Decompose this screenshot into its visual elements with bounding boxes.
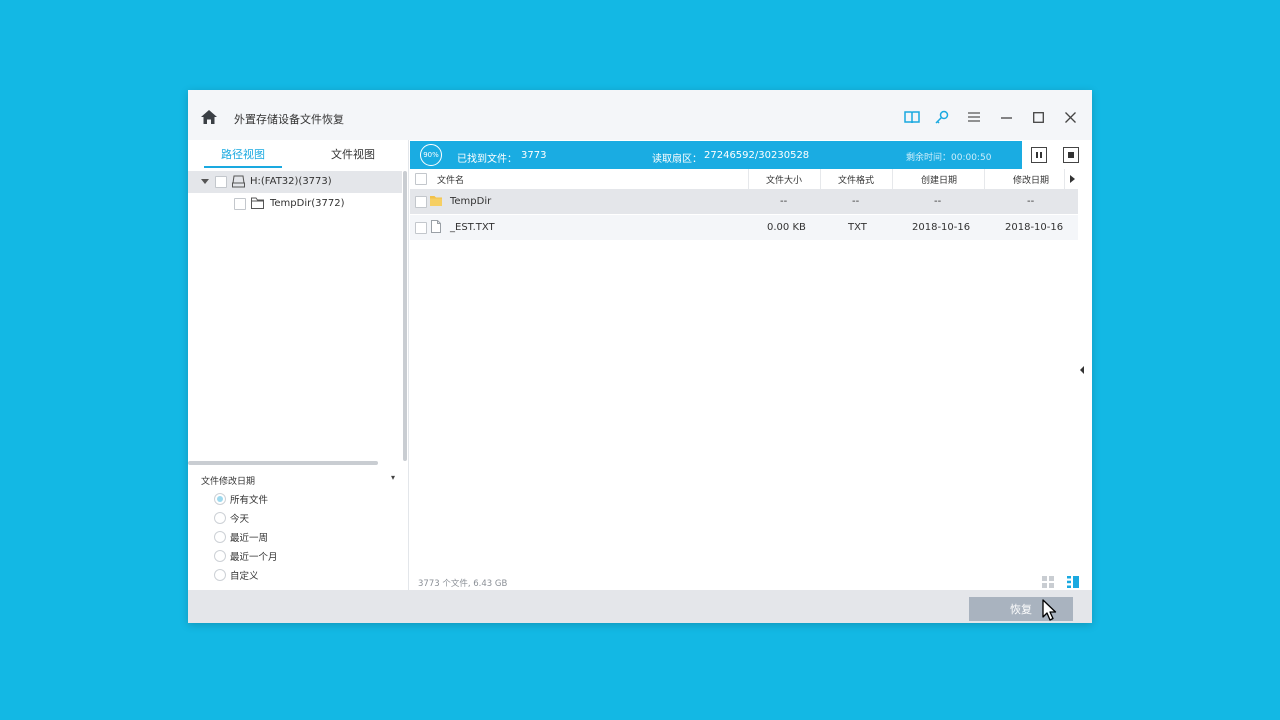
key-icon[interactable] <box>934 109 950 125</box>
found-files-label: 已找到文件： <box>457 154 517 165</box>
radio-button[interactable] <box>214 493 226 505</box>
close-icon[interactable] <box>1062 109 1078 125</box>
chevron-down-icon[interactable] <box>201 179 209 185</box>
pause-button[interactable] <box>1031 147 1047 163</box>
column-divider <box>748 169 749 189</box>
row-checkbox[interactable] <box>415 222 427 234</box>
title-bar: 外置存储设备文件恢复 <box>188 90 1092 140</box>
file-modified: -- <box>1027 196 1035 207</box>
file-modified: 2018-10-16 <box>1005 222 1064 233</box>
folder-outline-icon <box>251 197 264 209</box>
list-view-icon[interactable] <box>1067 576 1079 588</box>
home-icon[interactable] <box>201 110 217 124</box>
radio-button[interactable] <box>214 512 226 524</box>
sectors-value: 27246592/30230528 <box>704 150 810 161</box>
column-divider <box>984 169 985 189</box>
table-row[interactable]: TempDir -- -- -- -- <box>410 189 1078 214</box>
radio-button[interactable] <box>214 569 226 581</box>
column-divider <box>892 169 893 189</box>
app-title: 外置存储设备文件恢复 <box>234 113 344 126</box>
column-divider <box>820 169 821 189</box>
tree-item-drive[interactable]: H:(FAT32)(3773) <box>188 171 402 193</box>
col-format-header[interactable]: 文件格式 <box>838 173 874 186</box>
drive-icon <box>232 175 245 188</box>
collapse-panel-arrow-icon[interactable] <box>1080 366 1084 374</box>
file-created: 2018-10-16 <box>912 222 971 233</box>
table-row[interactable]: _EST.TXT 0.00 KB TXT 2018-10-16 2018-10-… <box>410 215 1078 240</box>
left-panel: 路径视图 文件视图 H:(FAT32)(3773) TempDir(3772) … <box>188 140 408 590</box>
pause-icon <box>1036 152 1042 158</box>
col-created-header[interactable]: 创建日期 <box>921 173 957 186</box>
tree-checkbox[interactable] <box>215 176 227 188</box>
folder-icon <box>430 196 442 206</box>
minimize-icon[interactable] <box>998 109 1014 125</box>
file-created: -- <box>934 196 942 207</box>
file-format: -- <box>852 196 860 207</box>
file-name: TempDir <box>450 196 492 207</box>
recovery-window: 外置存储设备文件恢复 路径视图 文件视图 H:(FAT32)(3773) Tem… <box>188 90 1092 623</box>
remaining-time: 剩余时间：00:00:50 <box>906 153 992 163</box>
grid-view-icon[interactable] <box>1042 576 1054 588</box>
chevron-down-icon[interactable]: ▾ <box>391 473 395 482</box>
file-name: _EST.TXT <box>450 222 495 233</box>
tab-underline <box>204 166 282 168</box>
stop-button[interactable] <box>1063 147 1079 163</box>
stop-icon <box>1068 152 1074 158</box>
progress-percent: 90% <box>420 144 442 166</box>
book-icon[interactable] <box>904 109 920 125</box>
menu-icon[interactable] <box>966 109 982 125</box>
radio-button[interactable] <box>214 550 226 562</box>
maximize-icon[interactable] <box>1030 109 1046 125</box>
row-checkbox[interactable] <box>415 196 427 208</box>
scan-progress-bar: 90% 已找到文件： 3773 读取扇区： 27246592/30230528 … <box>410 141 1022 169</box>
sectors-label: 读取扇区： <box>652 154 702 165</box>
tree-item-label: TempDir(3772) <box>270 198 345 209</box>
mouse-cursor-icon <box>1042 599 1057 621</box>
column-divider <box>1064 169 1065 189</box>
tree-item-label: H:(FAT32)(3773) <box>250 176 332 187</box>
tree-checkbox[interactable] <box>234 198 246 210</box>
panel-divider <box>408 140 409 590</box>
file-format: TXT <box>848 222 867 233</box>
scroll-right-icon[interactable] <box>1070 175 1075 183</box>
tab-path-view[interactable]: 路径视图 <box>188 140 298 168</box>
col-modified-header[interactable]: 修改日期 <box>1013 173 1049 186</box>
vertical-scrollbar[interactable] <box>403 171 407 461</box>
file-size: -- <box>780 196 788 207</box>
status-summary: 3773 个文件, 6.43 GB <box>418 579 508 589</box>
tab-file-view[interactable]: 文件视图 <box>298 140 408 168</box>
found-files-value: 3773 <box>521 150 547 161</box>
bottom-bar <box>188 590 1092 623</box>
col-size-header[interactable]: 文件大小 <box>766 173 802 186</box>
radio-button[interactable] <box>214 531 226 543</box>
col-name-header[interactable]: 文件名 <box>437 173 464 186</box>
file-icon <box>431 220 441 233</box>
filter-title: 文件修改日期 <box>201 477 256 487</box>
tree-item-tempdir[interactable]: TempDir(3772) <box>188 193 402 215</box>
horizontal-scrollbar[interactable] <box>188 461 378 465</box>
file-size: 0.00 KB <box>767 222 806 233</box>
select-all-checkbox[interactable] <box>415 173 427 185</box>
table-header: 文件名 文件大小 文件格式 创建日期 修改日期 <box>410 169 1078 190</box>
